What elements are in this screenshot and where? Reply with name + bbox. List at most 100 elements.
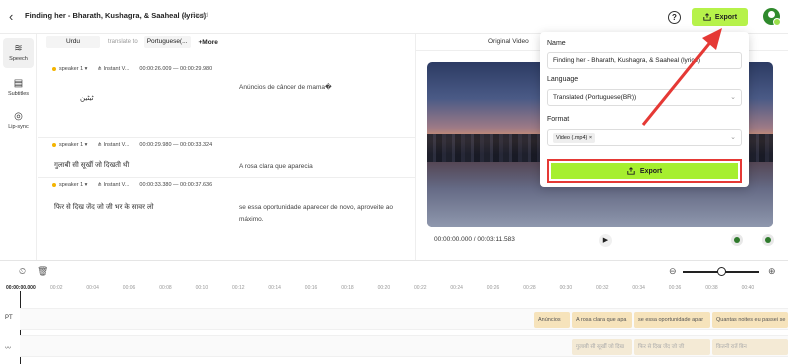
language-bar: Urdu translate to Portuguese(... +More: [46, 36, 268, 48]
chevron-down-icon: ⌄: [730, 94, 736, 101]
saved-status: ☁ Saved: [182, 12, 209, 20]
segment-target-text[interactable]: se essa oportunidade aparecer de novo, a…: [239, 202, 404, 226]
timeline-clip[interactable]: Quantas noites eu passei se: [712, 312, 788, 328]
help-icon[interactable]: ?: [668, 11, 681, 24]
transcript-panel: Urdu translate to Portuguese(... +More s…: [38, 34, 416, 260]
ruler-tick: 00:26: [486, 285, 500, 291]
export-icon: [627, 167, 635, 175]
ruler-tick: 00:38: [705, 285, 718, 291]
close-icon[interactable]: ×: [589, 135, 592, 141]
timeline-clip[interactable]: फिर से दिख जेंद जो जी: [634, 339, 710, 355]
top-bar: ‹ Finding her - Bharath, Kushagra, & Saa…: [0, 0, 788, 34]
avatar[interactable]: [763, 8, 781, 26]
app-root: ‹ Finding her - Bharath, Kushagra, & Saa…: [0, 0, 788, 364]
back-arrow-icon[interactable]: ‹: [9, 10, 19, 23]
track-pt: Anúncios A rosa clara que apa se essa op…: [20, 308, 788, 330]
segment-source-text[interactable]: गुलाबी सी सूर्खी जो दिखती थी: [54, 161, 129, 170]
timeline-toolbar: ⏲ 🗑 ⊖ ⊕: [0, 261, 788, 281]
video-controls: 00:00:00.000 / 00:03:11.583 ▶: [427, 232, 774, 250]
sidebar-item-label: Subtitles: [7, 91, 30, 97]
zoom-in-icon[interactable]: ⊕: [768, 266, 776, 277]
cloud-icon: ☁: [182, 13, 188, 19]
ruler-tick: 00:32: [596, 285, 609, 291]
sidebar-item-lipsync[interactable]: ◎ Lip-sync: [3, 106, 34, 136]
waveform-icon: 〰: [5, 346, 12, 352]
segment-source-text[interactable]: ٹیٹین: [80, 94, 94, 102]
ruler-tick: 00:02: [50, 285, 63, 291]
source-language-select[interactable]: Urdu: [46, 36, 100, 48]
ruler-tick: 00:36: [668, 285, 682, 291]
chevron-down-icon: ⌄: [730, 134, 736, 141]
translate-to-label: translate to: [108, 39, 138, 45]
tab-original-video[interactable]: Original Video: [488, 38, 529, 45]
ruler-tick: 00:40: [741, 285, 755, 291]
segment-target-text[interactable]: Anúncios de câncer de mama�: [239, 82, 404, 94]
speaker-dot-icon: [52, 143, 56, 147]
voice-select[interactable]: ⋔ Instant V...: [97, 66, 129, 72]
speaker-select[interactable]: speaker 1 ▾: [59, 142, 87, 148]
timeline-clip[interactable]: se essa oportunidade apar: [634, 312, 710, 328]
ruler-tick: 00:14: [268, 285, 281, 291]
timeline: ⏲ 🗑 ⊖ ⊕ 00:00:00.000 00:02 00:04 00:06 00:08…: [0, 260, 788, 364]
saved-label: Saved: [191, 12, 209, 19]
left-sidebar: ≋ Speech ▤ Subtitles ◎ Lip-sync: [0, 34, 37, 260]
format-select[interactable]: Video (.mp4) × ⌄: [547, 129, 742, 146]
zoom-slider-handle[interactable]: [717, 267, 726, 276]
segment-time-range: 00:00:29.980 — 00:00:33.324: [139, 142, 213, 148]
ruler-tick: 00:22: [414, 285, 427, 291]
delete-icon[interactable]: 🗑: [37, 266, 48, 277]
track-source: गुलाबी सी सूर्खी जो दिख फिर से दिख जेंद …: [20, 335, 788, 357]
segment-target-text[interactable]: A rosa clara que aparecia: [239, 161, 404, 173]
more-languages-button[interactable]: +More: [199, 39, 218, 46]
sidebar-item-speech[interactable]: ≋ Speech: [3, 38, 34, 68]
voice-select[interactable]: ⋔ Instant V...: [97, 182, 129, 188]
language-select[interactable]: Translated (Portuguese(BR)) ⌄: [547, 89, 742, 106]
segment-time-range: 00:00:26.009 — 00:00:29.980: [139, 66, 213, 72]
playback-time: 00:00:00.000 / 00:03:11.583: [434, 236, 515, 243]
format-label: Format: [547, 116, 570, 123]
ruler-tick: 00:28: [523, 285, 536, 291]
export-icon: [703, 13, 711, 21]
transcript-segment[interactable]: speaker 1 ▾ ⋔ Instant V... 00:00:29.980 …: [38, 138, 416, 178]
fullscreen-icon[interactable]: [762, 234, 774, 246]
format-chip: Video (.mp4) ×: [553, 133, 596, 143]
name-field[interactable]: Finding her - Bharath, Kushagra, & Saahe…: [547, 52, 742, 69]
target-language-select[interactable]: Portuguese(...: [143, 36, 191, 48]
sidebar-item-label: Lip-sync: [8, 124, 29, 130]
split-icon[interactable]: ⏲: [19, 266, 26, 277]
ruler-tick: 00:10: [195, 285, 209, 291]
segment-meta: speaker 1 ▾ ⋔ Instant V... 00:00:29.980 …: [52, 142, 212, 148]
speaker-select[interactable]: speaker 1 ▾: [59, 66, 87, 72]
speaker-select[interactable]: speaker 1 ▾: [59, 182, 87, 188]
timeline-clip[interactable]: कितनी रातें बिन: [712, 339, 788, 355]
speaker-dot-icon: [52, 183, 56, 187]
ruler-tick: 00:20: [377, 285, 391, 291]
confirm-export-button[interactable]: Export: [547, 159, 742, 183]
segment-source-text[interactable]: फिर से दिख जेंद जो जी भर के सावर लो: [54, 203, 154, 212]
segment-meta: speaker 1 ▾ ⋔ Instant V... 00:00:33.380 …: [52, 182, 212, 188]
play-icon[interactable]: ▶: [599, 234, 612, 247]
audio-toggle-icon[interactable]: [731, 234, 743, 246]
segment-meta: speaker 1 ▾ ⋔ Instant V... 00:00:26.009 …: [52, 66, 212, 72]
ruler-tick: 00:12: [232, 285, 245, 291]
timeline-clip[interactable]: गुलाबी सी सूर्खी जो दिख: [572, 339, 632, 355]
ruler-tick: 00:16: [304, 285, 318, 291]
lipsync-icon: ◎: [14, 111, 23, 122]
zoom-out-icon[interactable]: ⊖: [669, 266, 677, 277]
sidebar-item-subtitles[interactable]: ▤ Subtitles: [3, 73, 34, 103]
transcript-segment[interactable]: speaker 1 ▾ ⋔ Instant V... 00:00:26.009 …: [38, 62, 416, 138]
ruler-tick: 00:30: [559, 285, 573, 291]
export-button[interactable]: Export: [692, 8, 748, 26]
timeline-clip[interactable]: A rosa clara que apa: [572, 312, 632, 328]
transcript-segment[interactable]: speaker 1 ▾ ⋔ Instant V... 00:00:33.380 …: [38, 178, 416, 260]
export-button-label: Export: [714, 13, 738, 21]
confirm-export-label: Export: [639, 167, 663, 175]
sidebar-item-label: Speech: [9, 56, 28, 62]
voice-select[interactable]: ⋔ Instant V...: [97, 142, 129, 148]
timeline-clip[interactable]: Anúncios: [534, 312, 570, 328]
project-title: Finding her - Bharath, Kushagra, & Saahe…: [25, 11, 207, 20]
language-label: Language: [547, 76, 579, 83]
ruler-tick: 00:34: [632, 285, 645, 291]
ruler-tick: 00:24: [450, 285, 463, 291]
speaker-dot-icon: [52, 67, 56, 71]
